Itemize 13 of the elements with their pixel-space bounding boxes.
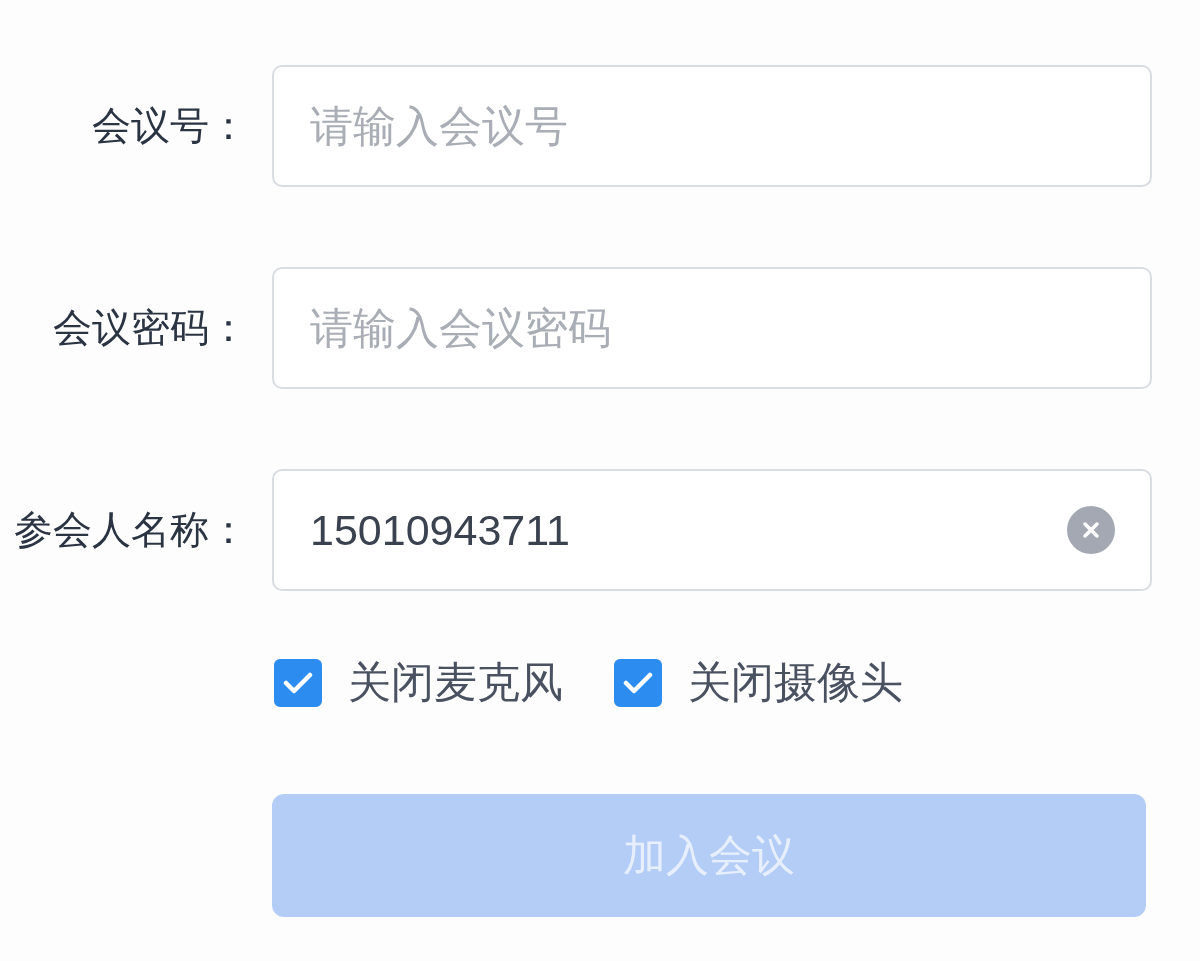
- checkbox[interactable]: [614, 659, 662, 707]
- checkbox-label: 关闭麦克风: [348, 657, 563, 709]
- field-label: 会议号：: [91, 102, 248, 149]
- checkbox[interactable]: [274, 659, 322, 707]
- checkmark-icon: [623, 671, 653, 695]
- input-field[interactable]: 请输入会议密码: [272, 267, 1152, 389]
- field-label: 会议密码：: [52, 304, 248, 351]
- clear-icon[interactable]: [1067, 506, 1115, 554]
- input-field[interactable]: 请输入会议号: [272, 65, 1152, 187]
- checkbox-label: 关闭摄像头: [688, 657, 903, 709]
- input-field[interactable]: 15010943711: [272, 469, 1152, 591]
- field-label: 参会人名称：: [13, 506, 248, 553]
- checkmark-icon: [283, 671, 313, 695]
